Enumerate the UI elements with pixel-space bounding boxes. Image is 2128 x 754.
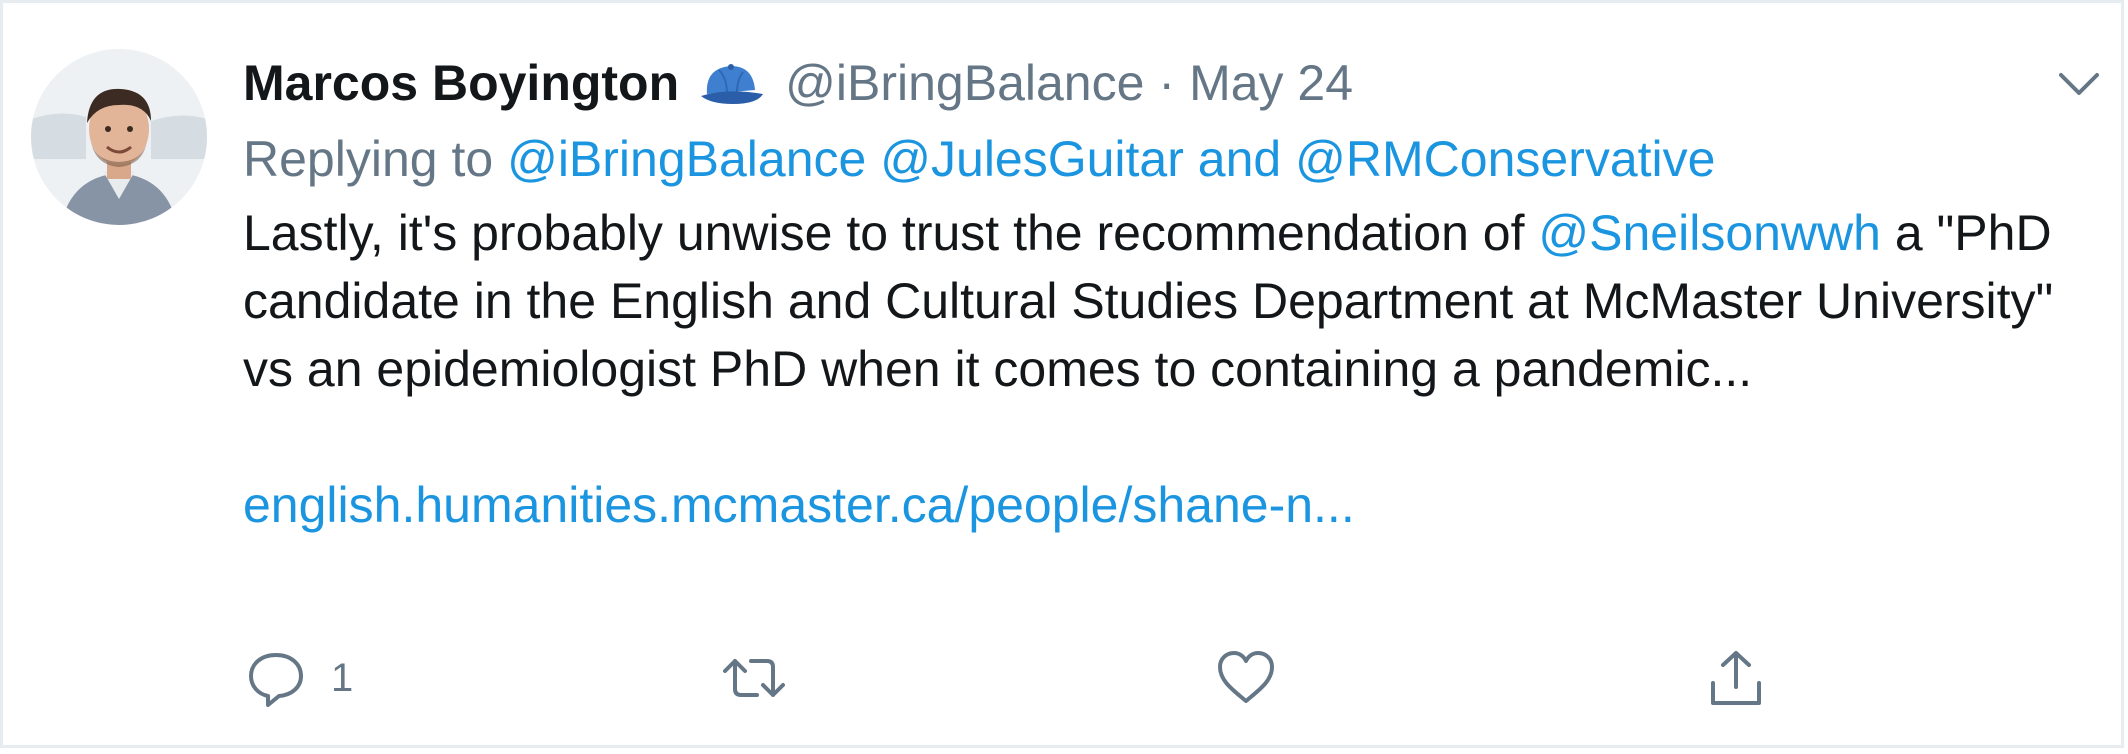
retweet-icon <box>723 659 785 697</box>
tweet-text-part-1: Lastly, it's probably unwise to trust th… <box>243 205 1539 261</box>
reply-icon <box>249 653 303 707</box>
author-handle[interactable]: @iBringBalance <box>785 54 1144 112</box>
replying-to-label: Replying to <box>243 131 494 187</box>
replying-to-line: Replying to @iBringBalance @JulesGuitar … <box>243 123 2063 195</box>
baseball-cap-icon <box>697 58 765 108</box>
mention-sneilsonwwh[interactable]: @Sneilsonwwh <box>1538 205 1881 261</box>
share-button[interactable] <box>1703 643 1769 713</box>
chevron-down-icon[interactable] <box>2055 61 2103 109</box>
author-name[interactable]: Marcos Boyington <box>243 54 679 112</box>
heart-icon <box>1218 651 1274 703</box>
tweet-text: Lastly, it's probably unwise to trust th… <box>243 199 2073 403</box>
tweet-content: Marcos Boyington @iBringBalance · May 24 <box>243 43 2099 539</box>
tweet-date[interactable]: May 24 <box>1189 54 1353 112</box>
reply-count: 1 <box>331 655 354 700</box>
reply-button[interactable]: 1 <box>243 643 353 713</box>
tweet-url-line: english.humanities.mcmaster.ca/people/sh… <box>243 471 2063 539</box>
avatar[interactable] <box>31 49 207 225</box>
tweet-actions: 1 <box>243 643 1803 713</box>
reply-mention-ibringbalance[interactable]: @iBringBalance <box>507 131 866 187</box>
share-icon <box>1711 651 1761 705</box>
reply-mention-julesguitar[interactable]: @JulesGuitar <box>880 131 1184 187</box>
tweet-card[interactable]: Marcos Boyington @iBringBalance · May 24 <box>0 0 2124 748</box>
tweet-body-paragraph: Lastly, it's probably unwise to trust th… <box>243 199 2073 403</box>
tweet-header: Marcos Boyington @iBringBalance · May 24 <box>243 43 2099 123</box>
separator-dot: · <box>1158 55 1176 111</box>
like-button[interactable] <box>1213 643 1301 713</box>
retweet-button[interactable] <box>721 643 809 713</box>
reply-mention-and[interactable]: and <box>1198 131 1281 187</box>
avatar-photo <box>31 49 207 225</box>
reply-mention-rmconservative[interactable]: @RMConservative <box>1295 131 1715 187</box>
external-link[interactable]: english.humanities.mcmaster.ca/people/sh… <box>243 477 1355 533</box>
